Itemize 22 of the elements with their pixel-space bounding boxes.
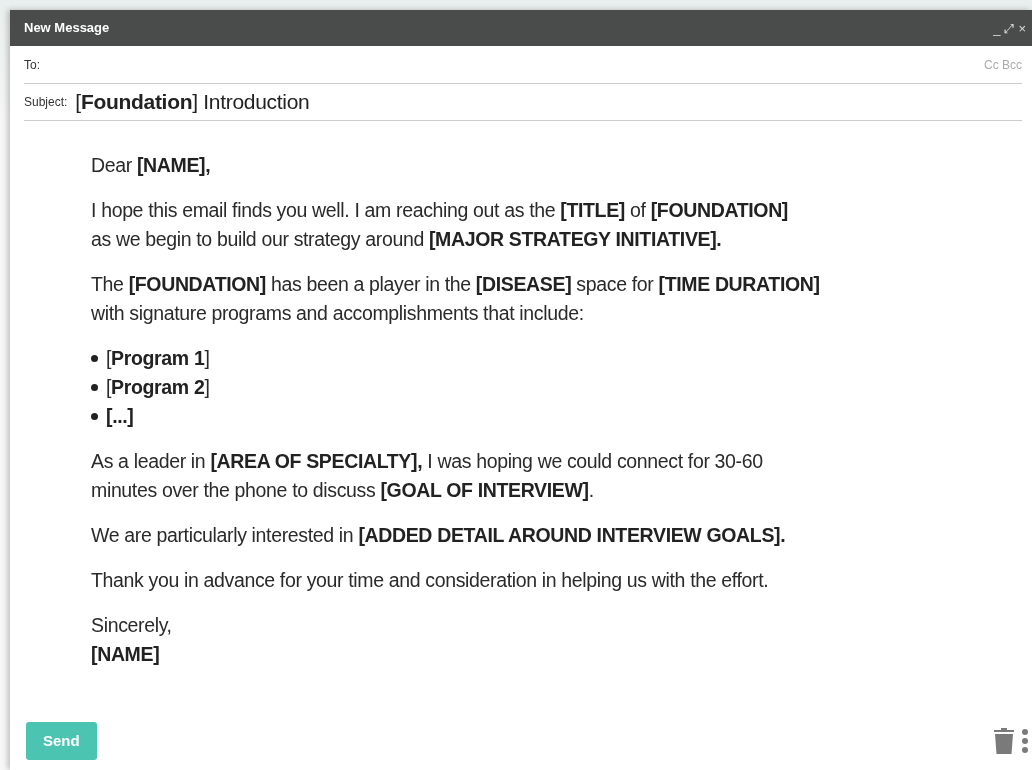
minimize-icon[interactable]: _: [993, 21, 1001, 35]
body-paragraph: The [FOUNDATION] has been a player in the [DISEASE] space for [TIME DURATION] with signature programs and accomplishments that include:: [91, 272, 821, 326]
bullet-icon: [91, 384, 98, 391]
subject-field[interactable]: [Foundation] Introduction: [75, 86, 310, 118]
body-paragraph: I hope this email finds you well. I am reaching out as the [TITLE] of [FOUNDATION] as we begin to build our strategy around [MAJOR STRATEGY INITIATIVE].: [91, 198, 789, 252]
window-title: New Message: [24, 19, 110, 38]
list-item: [...]: [106, 404, 134, 429]
body-paragraph: As a leader in [AREA OF SPECIALTY], I was hoping we could connect for 30-60 minutes over the phone to discuss [GOAL OF INTERVIEW].: [91, 449, 764, 503]
subject-label: Subject:: [24, 94, 68, 111]
body-paragraph: We are particularly interested in [ADDED DETAIL AROUND INTERVIEW GOALS].: [91, 523, 787, 548]
bullet-icon: [91, 355, 98, 362]
body-paragraph: Dear [NAME],: [91, 153, 212, 178]
bullet-icon: [91, 413, 98, 420]
body-paragraph: Sincerely, [NAME]: [91, 613, 173, 667]
to-label: To:: [24, 56, 40, 74]
expand-icon[interactable]: ⤢: [1004, 21, 1015, 35]
body-paragraph: Thank you in advance for your time and consideration in helping us with the effort.: [91, 568, 770, 593]
trash-icon[interactable]: [994, 727, 1014, 754]
close-icon[interactable]: ×: [1018, 21, 1026, 35]
more-options-icon[interactable]: [1022, 728, 1028, 753]
list-item: [Program 2]: [106, 375, 210, 400]
list-item: [Program 1]: [106, 346, 210, 371]
